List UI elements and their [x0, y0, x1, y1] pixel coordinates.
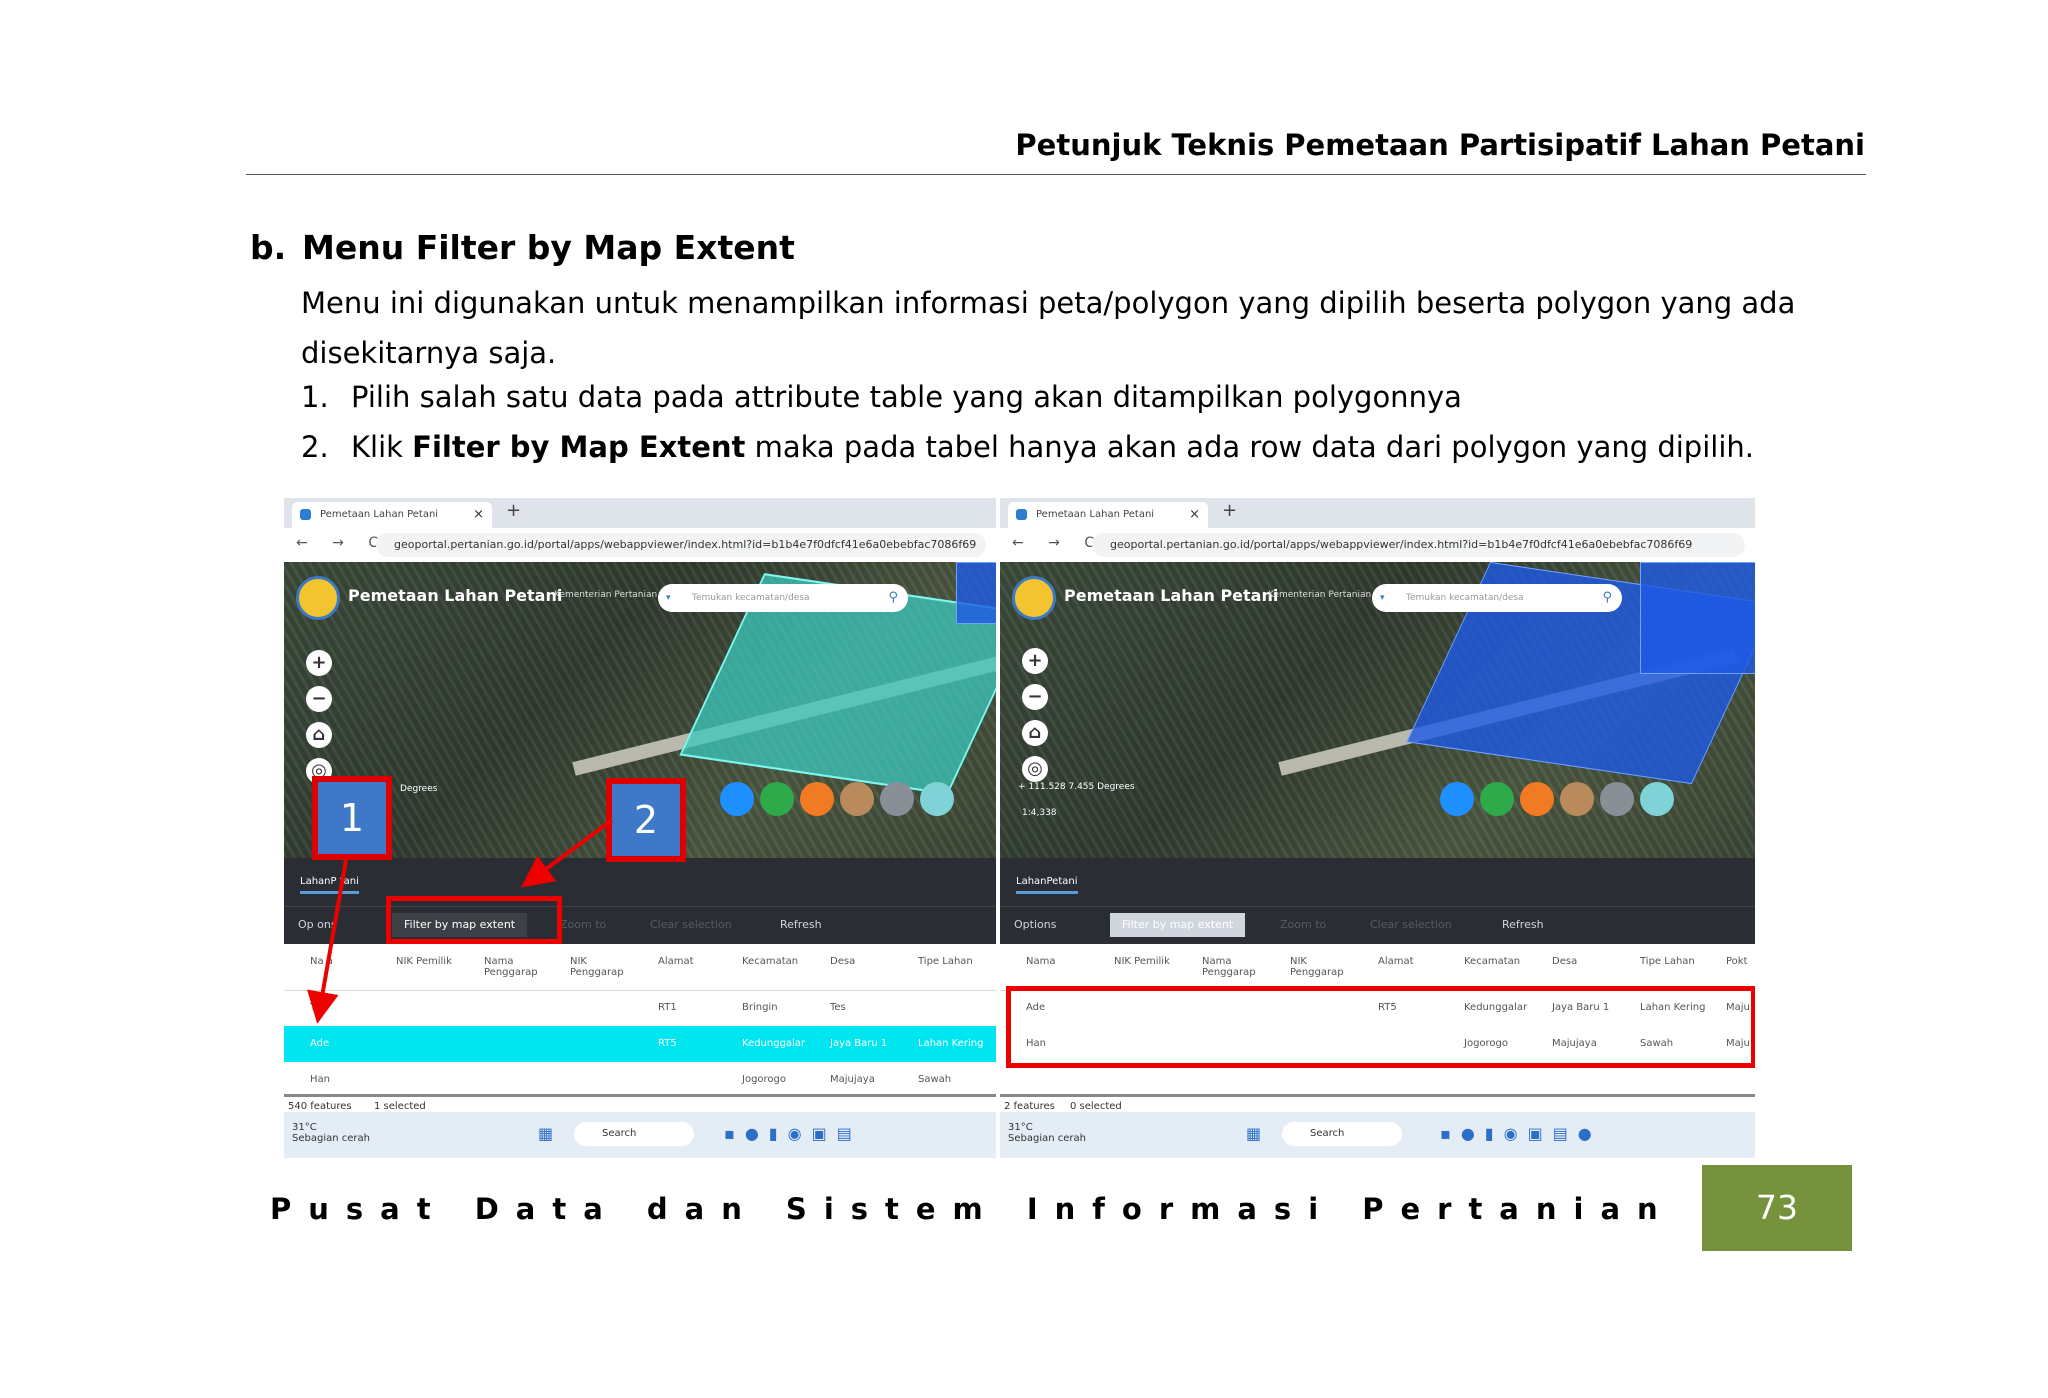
ministry-logo-icon	[1012, 576, 1056, 620]
app-title: Pemetaan Lahan Petani	[1064, 586, 1279, 605]
column-header[interactable]: Tipe Lahan	[1640, 956, 1695, 967]
section-heading: b. Menu Filter by Map Extent	[250, 228, 795, 267]
favicon-icon	[1016, 509, 1027, 520]
column-header[interactable]: Kecamatan	[1464, 956, 1520, 967]
column-header[interactable]: Desa	[1552, 956, 1577, 967]
arrow-to-row	[307, 859, 348, 1024]
selected-count: 0 selected	[1070, 1101, 1122, 1112]
page-number: 73	[1702, 1165, 1852, 1251]
app-subtitle: Kementerian Pertanian	[1268, 590, 1372, 600]
attribute-table-toolbar: Options Filter by map extent Zoom to Cle…	[1000, 906, 1755, 945]
taskbar-search[interactable]: Search	[1282, 1122, 1402, 1146]
column-header[interactable]: Pokt	[1726, 956, 1748, 967]
step-number: 2.	[301, 430, 329, 464]
zoom-out-button[interactable]: −	[1022, 684, 1048, 710]
column-header[interactable]: Alamat	[1378, 956, 1414, 967]
section-title: Menu Filter by Map Extent	[302, 228, 795, 267]
bookmark-icon[interactable]	[1520, 782, 1554, 816]
address-bar: ← → C geoportal.pertanian.go.id/portal/a…	[1000, 528, 1755, 563]
arrow-to-filter	[521, 818, 614, 888]
tab-title: Pemetaan Lahan Petani	[1036, 509, 1155, 520]
browser-tabbar: Pemetaan Lahan Petani × +	[1000, 498, 1755, 528]
basemap-icon[interactable]	[1560, 782, 1594, 816]
search-placeholder: Temukan kecamatan/desa	[1406, 593, 1524, 603]
share-icon[interactable]	[1640, 782, 1674, 816]
filter-by-map-extent-button[interactable]: Filter by map extent	[1110, 913, 1246, 937]
zoom-to-button[interactable]: Zoom to	[1280, 918, 1326, 931]
refresh-button[interactable]: Refresh	[1502, 918, 1544, 931]
locate-button[interactable]: ◎	[1022, 756, 1048, 782]
step-text: Pilih salah satu data pada attribute tab…	[351, 380, 1462, 414]
attribute-table-header: LahanPetani	[1000, 858, 1755, 906]
clear-selection-button[interactable]: Clear selection	[1370, 918, 1452, 931]
weather-widget[interactable]: 31°C Sebagian cerah	[1008, 1122, 1086, 1144]
map-view[interactable]: Pemetaan Lahan Petani Kementerian Pertan…	[1000, 561, 1755, 858]
callout-arrows	[307, 818, 614, 1024]
chevron-down-icon[interactable]: ▾	[1380, 584, 1385, 612]
layers-icon[interactable]	[1480, 782, 1514, 816]
print-icon[interactable]	[1600, 782, 1634, 816]
section-letter: b.	[250, 228, 287, 267]
new-tab-button[interactable]: +	[1222, 500, 1237, 521]
highlight-filtered-rows	[1006, 986, 1755, 1068]
step-text-pre: Klik	[351, 430, 413, 464]
browser-tab[interactable]: Pemetaan Lahan Petani ×	[1008, 502, 1208, 528]
nav-buttons[interactable]: ← → C	[1012, 535, 1104, 551]
app-header: Pemetaan Lahan Petani Kementerian Pertan…	[1012, 576, 1665, 624]
windows-start-icon[interactable]: ▦	[1246, 1124, 1271, 1143]
search-icon[interactable]: ⚲	[1602, 584, 1612, 612]
step-1: 1. Pilih salah satu data pada attribute t…	[301, 380, 1462, 414]
list-icon[interactable]	[1440, 782, 1474, 816]
zoom-in-button[interactable]: +	[1022, 648, 1048, 674]
section-intro: Menu ini digunakan untuk menampilkan inf…	[301, 286, 1796, 370]
step-text-post: maka pada tabel hanya akan ada row data …	[745, 430, 1754, 464]
header-rule	[246, 174, 1866, 175]
taskbar-app-icons[interactable]: ▪●▮◉▣▤●	[1440, 1124, 1602, 1143]
options-menu[interactable]: Options	[1014, 918, 1056, 931]
column-header[interactable]: Nama Penggarap	[1202, 956, 1262, 978]
widget-bar	[1440, 782, 1680, 818]
column-header[interactable]: NIK Penggarap	[1290, 956, 1350, 978]
url-field[interactable]: geoportal.pertanian.go.id/portal/apps/we…	[1092, 533, 1745, 557]
search-input[interactable]: ▾ Temukan kecamatan/desa ⚲	[1372, 584, 1622, 612]
column-header[interactable]: Nama	[1026, 956, 1055, 967]
feature-count: 2 features	[1004, 1101, 1055, 1112]
screenshot-before-filter: Pemetaan Lahan Petani × + ← → C geoporta…	[284, 498, 996, 1158]
step-2: 2. Klik Filter by Map Extent maka pada ta…	[301, 430, 1754, 464]
screenshot-after-filter: Pemetaan Lahan Petani × + ← → C geoporta…	[1000, 498, 1755, 1158]
scale-readout: 1:4,338	[1022, 808, 1057, 818]
table-header: Nama NIK Pemilik Nama Penggarap NIK Peng…	[1000, 944, 1755, 991]
home-button[interactable]: ⌂	[1022, 720, 1048, 746]
coordinate-readout: + 111.528 7.455 Degrees	[1018, 782, 1135, 792]
close-icon[interactable]: ×	[1189, 502, 1200, 528]
footer-organization: Pusat Data dan Sistem Informasi Pertania…	[270, 1192, 1675, 1226]
weather-text: Sebagian cerah	[1008, 1133, 1086, 1144]
tab-lahanpetani[interactable]: LahanPetani	[1016, 876, 1078, 894]
windows-taskbar: 31°C Sebagian cerah ▦ Search ▪●▮◉▣▤●	[1000, 1112, 1755, 1158]
weather-temp: 31°C	[1008, 1122, 1033, 1133]
step-text-bold: Filter by Map Extent	[412, 430, 746, 464]
step-number: 1.	[301, 380, 329, 414]
running-header-title: Petunjuk Teknis Pemetaan Partisipatif La…	[1015, 128, 1865, 162]
column-header[interactable]: NIK Pemilik	[1114, 956, 1170, 967]
